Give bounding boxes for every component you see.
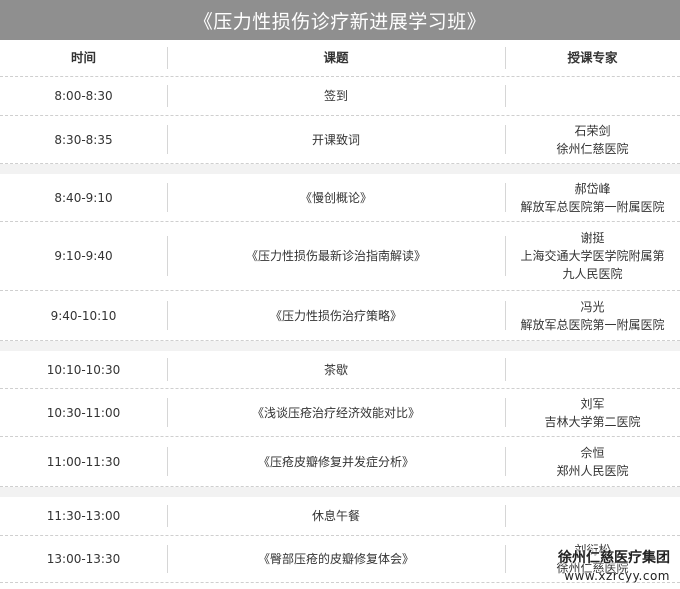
column-divider xyxy=(505,235,506,277)
header-topic: 课题 xyxy=(323,50,349,65)
cell-speaker: 冯光解放军总医院第一附属医院 xyxy=(505,291,680,340)
table-row: 9:10-9:40 《压力性损伤最新诊治指南解读》 谢挺上海交通大学医学院附属第 九人… xyxy=(0,222,680,290)
speaker-affiliation: 解放军总医院第一附属医院 xyxy=(520,199,665,214)
cell-speaker xyxy=(505,351,680,388)
cell-time: 11:30-13:00 xyxy=(46,509,121,523)
cell-topic: 《臀部压疮的皮瓣修复体会》 xyxy=(257,552,414,566)
row-spacer xyxy=(0,487,680,497)
column-divider xyxy=(505,125,506,154)
watermark: 徐州仁慈医疗集团 www.xzrcyy.com xyxy=(558,548,670,584)
cell-time: 10:30-11:00 xyxy=(46,405,121,420)
cell-time: 9:40-10:10 xyxy=(50,308,117,323)
column-divider xyxy=(505,504,506,528)
column-divider xyxy=(505,358,506,381)
cell-time: 8:40-9:10 xyxy=(54,190,113,205)
header-time: 时间 xyxy=(70,50,96,65)
row-divider xyxy=(0,340,680,341)
column-divider xyxy=(505,300,506,331)
table-row: 8:00-8:30 签到 xyxy=(0,77,680,115)
cell-speaker: 石荣剑 徐州仁慈医院 xyxy=(505,116,680,163)
column-divider xyxy=(505,47,506,69)
table-row: 8:30-8:35 开课致词 石荣剑徐州仁慈医院 xyxy=(0,116,680,163)
speaker-name: 佘恒 xyxy=(580,445,605,460)
cell-topic: 《慢创概论》 xyxy=(299,190,372,205)
column-divider xyxy=(505,84,506,108)
cell-topic: 《压力性损伤治疗策略》 xyxy=(269,308,402,323)
cell-topic: 开课致词 xyxy=(311,132,360,147)
table-row: 11:30-13:00 休息午餐 xyxy=(0,497,680,535)
speaker-name: 郝岱峰 xyxy=(574,181,611,196)
table-row: 10:10-10:30 茶歇 xyxy=(0,351,680,388)
speaker-affiliation: 解放军总医院第一附属医院 xyxy=(520,317,665,332)
column-divider xyxy=(167,446,168,477)
column-divider xyxy=(167,47,168,69)
page-title: 《压力性损伤诊疗新进展学习班》 xyxy=(0,0,680,40)
cell-topic: 休息午餐 xyxy=(311,509,360,523)
cell-speaker xyxy=(505,77,680,115)
column-divider xyxy=(505,398,506,427)
speaker-name: 谢挺 xyxy=(580,231,605,245)
cell-topic: 《压力性损伤最新诊治指南解读》 xyxy=(245,249,426,263)
cell-topic: 签到 xyxy=(323,89,348,103)
cell-topic: 《压疮皮瓣修复并发症分析》 xyxy=(257,454,414,469)
row-spacer xyxy=(0,164,680,174)
column-divider xyxy=(167,183,168,212)
cell-topic: 茶歇 xyxy=(323,362,348,377)
column-divider xyxy=(167,398,168,427)
column-divider xyxy=(505,545,506,573)
watermark-url: www.xzrcyy.com xyxy=(564,569,670,583)
speaker-name: 冯光 xyxy=(580,299,605,314)
cell-speaker: 刘军吉林大学第二医院 xyxy=(505,389,680,436)
column-divider xyxy=(167,235,168,277)
column-divider xyxy=(167,504,168,528)
column-divider xyxy=(167,84,168,108)
row-divider xyxy=(0,163,680,164)
cell-time: 11:00-11:30 xyxy=(46,454,121,469)
cell-speaker: 谢挺上海交通大学医学院附属第 九人民医院 xyxy=(505,222,680,290)
speaker-affiliation: 徐州仁慈医院 xyxy=(556,141,629,156)
column-divider xyxy=(167,300,168,331)
row-spacer xyxy=(0,341,680,351)
cell-speaker xyxy=(505,497,680,535)
speaker-affiliation: 上海交通大学医学院附属第 xyxy=(520,249,665,263)
column-divider xyxy=(167,545,168,573)
speaker-name: 石荣剑 xyxy=(574,123,611,138)
column-divider xyxy=(167,125,168,154)
speaker-affiliation: 九人民医院 xyxy=(562,267,623,281)
table-row: 10:30-11:00 《浅谈压疮治疗经济效能对比》 刘军吉林大学第二医院 xyxy=(0,389,680,436)
column-divider xyxy=(505,183,506,212)
speaker-affiliation: 吉林大学第二医院 xyxy=(544,414,641,429)
table-header-row: 时间 课题 授课专家 xyxy=(0,40,680,76)
cell-topic: 《浅谈压疮治疗经济效能对比》 xyxy=(251,405,420,420)
table-row: 9:40-10:10 《压力性损伤治疗策略》 冯光解放军总医院第一附属医院 xyxy=(0,291,680,340)
cell-time: 8:30-8:35 xyxy=(54,132,113,147)
speaker-name: 刘军 xyxy=(580,396,605,411)
table-row: 8:40-9:10 《慢创概论》 郝岱峰解放军总医院第一附属医院 xyxy=(0,174,680,221)
cell-speaker: 佘恒 郑州人民医院 xyxy=(505,437,680,486)
header-speaker: 授课专家 xyxy=(567,50,618,65)
column-divider xyxy=(505,446,506,477)
cell-time: 9:10-9:40 xyxy=(54,249,113,263)
column-divider xyxy=(167,358,168,381)
speaker-affiliation: 郑州人民医院 xyxy=(556,463,629,478)
cell-speaker: 郝岱峰解放军总医院第一附属医院 xyxy=(505,174,680,221)
cell-time: 8:00-8:30 xyxy=(54,89,113,103)
watermark-name: 徐州仁慈医疗集团 xyxy=(558,550,670,566)
row-divider xyxy=(0,486,680,487)
table-row: 11:00-11:30 《压疮皮瓣修复并发症分析》 佘恒郑州人民医院 xyxy=(0,437,680,486)
cell-time: 10:10-10:30 xyxy=(46,362,121,377)
cell-time: 13:00-13:30 xyxy=(46,552,121,566)
